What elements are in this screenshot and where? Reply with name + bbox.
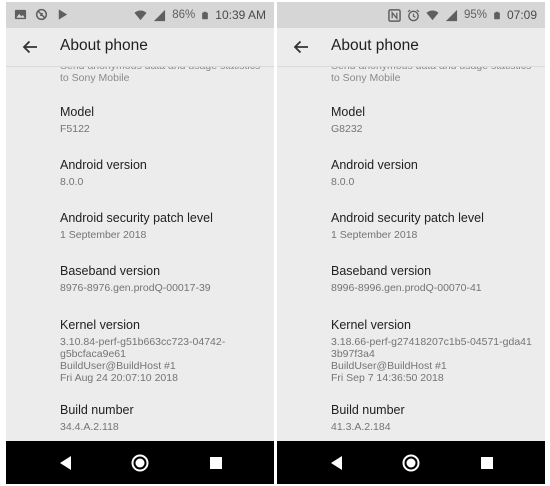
- pref-summary: 8.0.0: [60, 176, 84, 188]
- signal-icon: [445, 9, 458, 21]
- page-title: About phone: [60, 37, 148, 54]
- pref-model[interactable]: Model G8232: [331, 105, 541, 135]
- pref-title: Kernel version: [331, 318, 411, 332]
- pref-summary: 8976-8976.gen.prodQ-00017-39: [60, 282, 211, 294]
- navigation-bar: [6, 441, 274, 484]
- status-bar: 86% 10:39 AM: [6, 2, 274, 28]
- pref-summary: 3.18.66-perf-g27418207c1b5-04571-gda41 3…: [331, 336, 532, 384]
- pref-summary: 3.10.84-perf-g51b663cc723-04742- g5bcfac…: [60, 336, 226, 384]
- pref-title: Android security patch level: [60, 211, 213, 225]
- nav-home-icon[interactable]: [401, 453, 421, 473]
- image-icon: [14, 9, 27, 20]
- pref-summary: 1 September 2018: [331, 229, 418, 241]
- usage-statistics-summary: Send anonymous data and usage statistics…: [331, 67, 531, 84]
- nav-recents-icon[interactable]: [206, 453, 226, 473]
- phone-screen-left: 86% 10:39 AM About phone Send anonymous …: [6, 2, 274, 484]
- nav-recents-icon[interactable]: [477, 453, 497, 473]
- status-time: 10:39 AM: [215, 8, 266, 22]
- battery-icon: [494, 11, 500, 19]
- pref-title: Baseband version: [331, 264, 432, 278]
- pref-title: Android version: [60, 158, 147, 172]
- pref-title: Android version: [331, 158, 418, 172]
- battery-icon: [202, 11, 209, 19]
- pref-baseband-version[interactable]: Baseband version 8976-8976.gen.prodQ-000…: [60, 264, 270, 294]
- nav-home-icon[interactable]: [130, 453, 150, 473]
- wifi-icon: [426, 10, 439, 20]
- pref-title: Baseband version: [60, 264, 161, 278]
- back-arrow-icon[interactable]: [20, 37, 40, 57]
- nav-back-icon[interactable]: [56, 453, 76, 473]
- pref-kernel-version[interactable]: Kernel version 3.18.66-perf-g27418207c1b…: [331, 318, 541, 384]
- pref-security-patch[interactable]: Android security patch level 1 September…: [331, 211, 541, 241]
- wifi-icon: [134, 10, 147, 20]
- app-bar: About phone: [277, 28, 545, 67]
- pref-title: Build number: [331, 403, 405, 417]
- pref-summary: G8232: [331, 123, 363, 135]
- pref-android-version[interactable]: Android version 8.0.0: [60, 158, 270, 188]
- pref-title: Build number: [60, 403, 134, 417]
- signal-icon: [154, 9, 166, 21]
- pref-kernel-version[interactable]: Kernel version 3.10.84-perf-g51b663cc723…: [60, 318, 270, 384]
- battery-percent: 95%: [463, 9, 487, 21]
- pref-title: Model: [60, 105, 95, 119]
- app-bar: About phone: [6, 28, 274, 67]
- alarm-icon: [407, 8, 420, 21]
- back-arrow-icon[interactable]: [291, 37, 311, 57]
- nfc-icon: [388, 8, 401, 22]
- pref-summary: 41.3.A.2.184: [331, 421, 391, 433]
- pref-title: Android security patch level: [331, 211, 484, 225]
- pref-baseband-version[interactable]: Baseband version 8996-8996.gen.prodQ-000…: [331, 264, 541, 294]
- pref-summary: 1 September 2018: [60, 229, 147, 241]
- pref-title: Kernel version: [60, 318, 140, 332]
- pref-model[interactable]: Model F5122: [60, 105, 270, 135]
- settings-list: Send anonymous data and usage statistics…: [6, 67, 274, 441]
- phone-screen-right: 95% 07:09 About phone Send anonymous dat…: [277, 2, 545, 484]
- no-sync-icon: [35, 8, 48, 21]
- pref-summary: 34.4.A.2.118: [60, 421, 119, 433]
- navigation-bar: [277, 441, 545, 484]
- page-title: About phone: [331, 37, 419, 54]
- nav-back-icon[interactable]: [327, 453, 347, 473]
- pref-build-number[interactable]: Build number 34.4.A.2.118: [60, 403, 270, 433]
- pref-build-number[interactable]: Build number 41.3.A.2.184: [331, 403, 541, 433]
- pref-summary: 8996-8996.gen.prodQ-00070-41: [331, 282, 482, 294]
- settings-list: Send anonymous data and usage statistics…: [277, 67, 545, 441]
- battery-percent: 86%: [172, 9, 196, 21]
- pref-security-patch[interactable]: Android security patch level 1 September…: [60, 211, 270, 241]
- pref-title: Model: [331, 105, 366, 119]
- pref-android-version[interactable]: Android version 8.0.0: [331, 158, 541, 188]
- usage-statistics-summary: Send anonymous data and usage statistics…: [60, 67, 260, 84]
- pref-summary: F5122: [60, 123, 90, 135]
- status-bar: 95% 07:09: [277, 2, 545, 28]
- play-store-icon: [58, 9, 68, 20]
- pref-summary: 8.0.0: [331, 176, 355, 188]
- status-time: 07:09: [506, 8, 537, 22]
